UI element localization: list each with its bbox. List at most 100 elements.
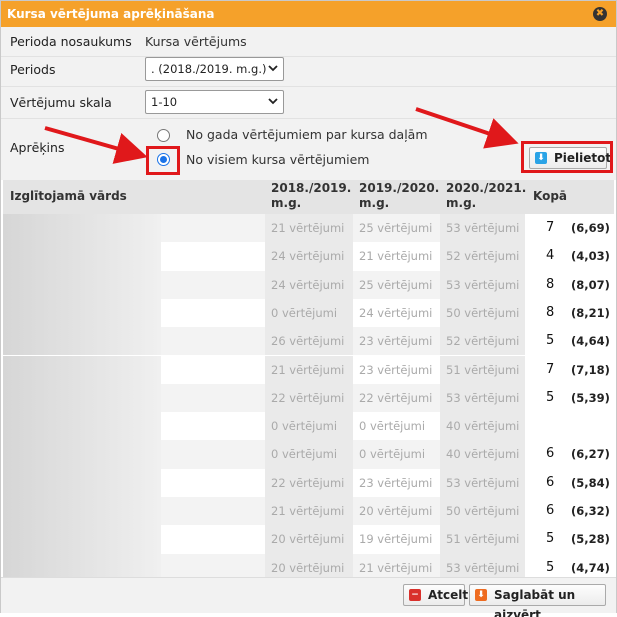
chevron-down-icon — [268, 98, 278, 105]
col-header-2018: 2018./2019. m.g. — [271, 181, 352, 210]
table-row: 21 vērtējumi 20 vērtējumi 50 vērtējumi 6 (6,… — [3, 497, 614, 526]
calc-option-parts-radio[interactable] — [157, 129, 170, 142]
student-name-cell-blurred — [3, 214, 161, 243]
grade-count-cell: 25 vērtējumi — [359, 277, 433, 292]
cancel-button[interactable]: − Atcelt — [403, 584, 469, 606]
average-value: (5,28) — [571, 532, 610, 547]
grade-count-cell: 21 vērtējumi — [265, 355, 353, 384]
average-value: (5,84) — [571, 475, 610, 490]
average-value: (4,64) — [571, 334, 610, 349]
student-name-cell-blurred — [3, 497, 161, 526]
periods-label: Periods — [10, 62, 56, 77]
grade-count-cell: 20 vērtējumi — [359, 504, 433, 518]
annotation-highlight-radio — [146, 146, 180, 175]
grade-count-cell: 23 vērtējumi — [359, 362, 433, 377]
average-value: (5,39) — [571, 390, 610, 405]
table-row: 22 vērtējumi 23 vērtējumi 53 vērtējumi 6 (5,… — [3, 468, 614, 497]
cancel-button-label: Atcelt — [428, 588, 469, 602]
final-mark: 6 — [546, 446, 555, 462]
periods-select-value: . (2018./2019. m.g.) — [151, 62, 267, 76]
average-value: (8,07) — [571, 277, 610, 292]
grade-count-cell: 50 vērtējumi — [440, 298, 525, 328]
grade-count-cell: 51 vērtējumi — [440, 525, 525, 554]
table-row: 21 vērtējumi 25 vērtējumi 53 vērtējumi 7 (6,… — [3, 214, 614, 243]
grade-count-cell: 52 vērtējumi — [440, 327, 525, 356]
student-name-cell-blurred — [3, 525, 161, 554]
final-mark: 5 — [546, 389, 555, 405]
grade-count-cell: 51 vērtējumi — [440, 355, 525, 384]
cancel-icon: − — [409, 589, 421, 601]
grade-count-cell: 0 vērtējumi — [265, 440, 353, 469]
average-value: (4,03) — [571, 249, 610, 264]
col-header-name: Izglītojamā vārds — [10, 189, 127, 203]
grade-count-cell: 19 vērtējumi — [359, 532, 433, 547]
save-icon: ⬇ — [475, 589, 487, 601]
final-mark: 6 — [546, 474, 555, 490]
student-name-cell-blurred — [3, 383, 161, 413]
dialog-titlebar: Kursa vērtējuma aprēķināšana ✖ — [1, 1, 616, 27]
grade-count-cell: 53 vērtējumi — [440, 468, 525, 497]
calc-option-all-label[interactable]: No visiem kursa vērtējumiem — [186, 152, 369, 167]
grade-count-cell: 24 vērtējumi — [265, 242, 353, 271]
calc-option-parts-label[interactable]: No gada vērtējumiem par kursa daļām — [186, 127, 428, 142]
grade-count-cell: 20 vērtējumi — [265, 525, 353, 554]
calc-label: Aprēķins — [10, 140, 65, 155]
close-icon[interactable]: ✖ — [593, 7, 607, 21]
final-mark: 8 — [546, 304, 555, 320]
divider — [1, 56, 616, 57]
final-mark: 5 — [546, 531, 555, 547]
grade-count-cell: 21 vērtējumi — [359, 249, 433, 264]
period-name-label: Perioda nosaukums — [10, 34, 132, 49]
grade-count-cell: 53 vērtējumi — [440, 214, 525, 243]
divider — [1, 118, 616, 119]
average-value: (8,21) — [571, 305, 610, 320]
student-name-cell-blurred — [3, 355, 161, 384]
table-row: 21 vērtējumi 23 vērtējumi 51 vērtējumi 7 (7,… — [3, 355, 614, 384]
final-mark: 5 — [546, 333, 555, 349]
divider — [1, 86, 616, 87]
table-row: 20 vērtējumi 19 vērtējumi 51 vērtējumi 5 (5,… — [3, 525, 614, 554]
grade-count-cell: 0 vērtējumi — [265, 298, 353, 328]
student-name-cell-blurred — [3, 298, 161, 328]
table-row: 24 vērtējumi 25 vērtējumi 53 vērtējumi 8 (8,… — [3, 270, 614, 299]
final-mark: 6 — [546, 503, 555, 518]
grade-count-cell: 40 vērtējumi — [440, 440, 525, 469]
grade-count-cell: 0 vērtējumi — [359, 447, 426, 462]
scale-label: Vērtējumu skala — [10, 95, 112, 110]
grade-count-cell: 22 vērtējumi — [265, 383, 353, 413]
student-name-cell-blurred — [3, 327, 161, 356]
grade-count-cell: 23 vērtējumi — [359, 334, 433, 349]
col-header-total: Kopā — [533, 189, 568, 203]
periods-select[interactable]: . (2018./2019. m.g.) — [145, 57, 284, 81]
final-mark: 8 — [546, 276, 555, 292]
annotation-highlight-apply — [521, 141, 613, 173]
col-header-2019: 2019./2020. m.g. — [359, 181, 440, 210]
student-name-cell-blurred — [3, 242, 161, 271]
period-name-value: Kursa vērtējums — [145, 34, 247, 49]
grade-count-cell: 40 vērtējumi — [440, 412, 525, 441]
average-value: (6,69) — [571, 221, 610, 235]
dialog-title: Kursa vērtējuma aprēķināšana — [7, 7, 215, 21]
grade-count-cell: 26 vērtējumi — [265, 327, 353, 356]
grade-count-cell: 0 vērtējumi — [359, 419, 426, 434]
student-name-cell-blurred — [3, 468, 161, 497]
grade-count-cell: 52 vērtējumi — [440, 242, 525, 271]
table-row: 26 vērtējumi 23 vērtējumi 52 vērtējumi 5 (4,… — [3, 327, 614, 356]
scale-select[interactable]: 1-10 — [145, 90, 284, 114]
table-row: 24 vērtējumi 21 vērtējumi 52 vērtējumi 4 (4,… — [3, 242, 614, 271]
grade-count-cell: 50 vērtējumi — [440, 497, 525, 526]
save-close-button[interactable]: ⬇ Saglabāt un aizvērt — [469, 584, 606, 617]
total-cell — [525, 412, 614, 441]
average-value: (6,27) — [571, 447, 610, 462]
table-row: 0 vērtējumi 0 vērtējumi 40 vērtējumi — [3, 412, 614, 441]
final-mark: 7 — [546, 220, 555, 235]
grade-count-cell: 24 vērtējumi — [265, 270, 353, 299]
course-grade-dialog: Kursa vērtējuma aprēķināšana ✖ Perioda n… — [0, 0, 617, 617]
student-name-cell-blurred — [3, 440, 161, 469]
final-mark: 4 — [546, 248, 555, 264]
grade-count-cell: 0 vērtējumi — [265, 412, 353, 441]
grade-count-cell: 22 vērtējumi — [359, 390, 433, 405]
grade-count-cell: 53 vērtējumi — [440, 270, 525, 299]
table-row: 0 vērtējumi 0 vērtējumi 40 vērtējumi 6 (6,27… — [3, 440, 614, 469]
grade-count-cell: 22 vērtējumi — [265, 468, 353, 497]
